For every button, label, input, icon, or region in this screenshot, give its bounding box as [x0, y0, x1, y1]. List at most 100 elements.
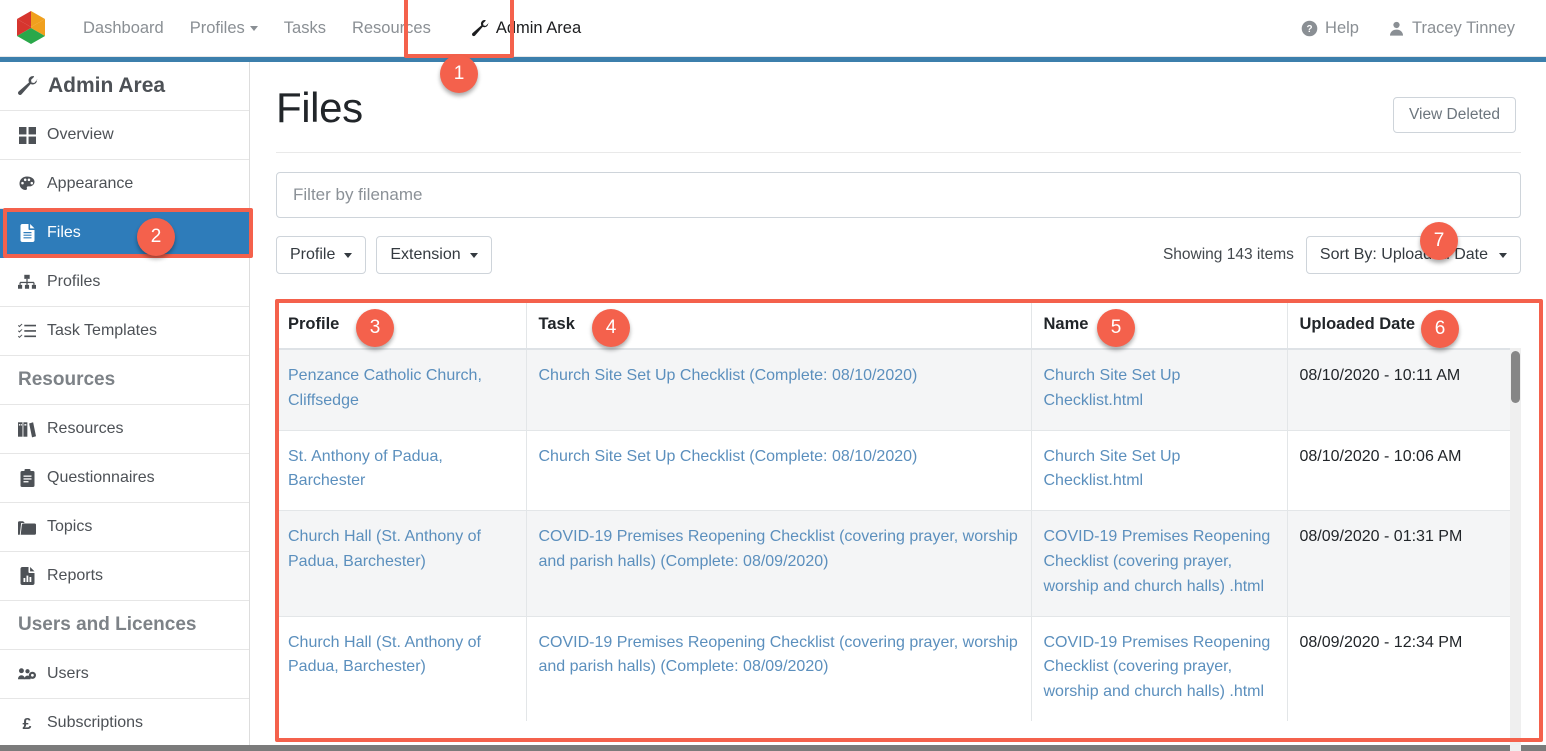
sidebar-item-users-label: Users	[47, 665, 89, 683]
primary-nav-links: Dashboard Profiles Tasks Resources	[70, 0, 444, 56]
cell-uploaded-date: 08/10/2020 - 10:11 AM	[1287, 349, 1521, 430]
cell-task: COVID-19 Premises Reopening Checklist (c…	[526, 616, 1031, 721]
cell-name: COVID-19 Premises Reopening Checklist (c…	[1031, 616, 1287, 721]
toolbar-right-group: Showing 143 items Sort By: Uploaded Date	[1163, 236, 1521, 274]
sidebar-item-topics[interactable]: Topics	[0, 503, 249, 552]
nav-link-profiles[interactable]: Profiles	[177, 0, 271, 57]
column-task[interactable]: Task	[526, 301, 1031, 349]
task-link[interactable]: COVID-19 Premises Reopening Checklist (c…	[539, 634, 1018, 676]
task-link[interactable]: Church Site Set Up Checklist (Complete: …	[539, 448, 918, 465]
files-table-body: Penzance Catholic Church, Cliffsedge Chu…	[276, 349, 1521, 721]
cell-name: Church Site Set Up Checklist.html	[1031, 430, 1287, 511]
report-chart-icon	[18, 567, 36, 585]
nav-link-tasks-label: Tasks	[284, 19, 326, 37]
extension-filter-dropdown[interactable]: Extension	[376, 236, 491, 274]
cell-profile: Penzance Catholic Church, Cliffsedge	[276, 349, 526, 430]
chevron-down-icon	[250, 26, 258, 31]
filters-toolbar: Profile Extension Showing 143 items Sort…	[276, 236, 1521, 274]
table-row: St. Anthony of Padua, Barchester Church …	[276, 430, 1521, 511]
table-vertical-scrollbar[interactable]	[1510, 348, 1521, 751]
chevron-down-icon	[470, 253, 478, 258]
cell-task: COVID-19 Premises Reopening Checklist (c…	[526, 511, 1031, 616]
file-name-link[interactable]: Church Site Set Up Checklist.html	[1044, 448, 1181, 490]
profile-filter-label: Profile	[290, 246, 335, 264]
svg-text:£: £	[23, 716, 32, 732]
main-content: Files View Deleted Profile Extension Sho…	[251, 62, 1546, 751]
wrench-icon	[18, 76, 38, 96]
profile-link[interactable]: St. Anthony of Padua, Barchester	[288, 448, 443, 490]
column-profile[interactable]: Profile	[276, 301, 526, 349]
sidebar-item-files[interactable]: Files	[0, 209, 249, 258]
view-deleted-button[interactable]: View Deleted	[1393, 97, 1516, 133]
nav-link-dashboard-label: Dashboard	[83, 19, 164, 37]
sidebar-item-questionnaires[interactable]: Questionnaires	[0, 454, 249, 503]
extension-filter-label: Extension	[390, 246, 460, 264]
chevron-down-icon	[344, 253, 352, 258]
files-table-container: Profile Task Name Uploaded Date Penzance…	[276, 301, 1521, 751]
admin-area-nav[interactable]: Admin Area	[458, 4, 595, 53]
profile-link[interactable]: Penzance Catholic Church, Cliffsedge	[288, 367, 482, 409]
nav-link-dashboard[interactable]: Dashboard	[70, 0, 177, 57]
sidebar-heading-resources: Resources	[0, 356, 249, 405]
sidebar-item-profiles[interactable]: Profiles	[0, 258, 249, 307]
admin-sidebar: Admin Area Overview Appearance Files Pro…	[0, 62, 250, 751]
sitemap-icon	[18, 273, 36, 291]
cube-logo-icon[interactable]	[14, 9, 48, 47]
topnav-right-group: ? Help Tracey Tinney	[1295, 15, 1546, 42]
profile-filter-dropdown[interactable]: Profile	[276, 236, 366, 274]
sidebar-item-resources[interactable]: Resources	[0, 405, 249, 454]
sidebar-item-questionnaires-label: Questionnaires	[47, 469, 155, 487]
page-horizontal-scrollbar[interactable]	[0, 745, 1546, 751]
top-navbar: Dashboard Profiles Tasks Resources Admin…	[0, 0, 1546, 57]
cell-name: Church Site Set Up Checklist.html	[1031, 349, 1287, 430]
files-table-head: Profile Task Name Uploaded Date	[276, 301, 1521, 349]
task-link[interactable]: Church Site Set Up Checklist (Complete: …	[539, 367, 918, 384]
file-name-link[interactable]: COVID-19 Premises Reopening Checklist (c…	[1044, 634, 1271, 701]
file-icon	[18, 224, 36, 242]
cell-profile: Church Hall (St. Anthony of Padua, Barch…	[276, 511, 526, 616]
sort-by-button[interactable]: Sort By: Uploaded Date	[1306, 236, 1521, 274]
sidebar-item-overview-label: Overview	[47, 126, 114, 144]
profile-link[interactable]: Church Hall (St. Anthony of Padua, Barch…	[288, 634, 481, 676]
table-scrollbar-thumb[interactable]	[1511, 351, 1520, 403]
help-menu[interactable]: ? Help	[1295, 15, 1372, 42]
page-header: Files View Deleted	[251, 62, 1546, 133]
cell-task: Church Site Set Up Checklist (Complete: …	[526, 349, 1031, 430]
sidebar-heading-resources-label: Resources	[18, 369, 115, 391]
palette-icon	[18, 175, 36, 193]
user-icon	[1388, 20, 1405, 37]
filter-by-filename-input[interactable]	[276, 172, 1521, 218]
nav-link-tasks[interactable]: Tasks	[271, 0, 339, 57]
sidebar-item-subscriptions[interactable]: £ Subscriptions	[0, 699, 249, 748]
sidebar-item-users[interactable]: Users	[0, 650, 249, 699]
cell-uploaded-date: 08/10/2020 - 10:06 AM	[1287, 430, 1521, 511]
cell-profile: Church Hall (St. Anthony of Padua, Barch…	[276, 616, 526, 721]
sidebar-item-reports[interactable]: Reports	[0, 552, 249, 601]
sidebar-item-profiles-label: Profiles	[47, 273, 100, 291]
user-menu[interactable]: Tracey Tinney	[1382, 15, 1528, 42]
cell-name: COVID-19 Premises Reopening Checklist (c…	[1031, 511, 1287, 616]
sidebar-item-task-templates[interactable]: Task Templates	[0, 307, 249, 356]
nav-link-resources[interactable]: Resources	[339, 0, 444, 57]
books-icon	[18, 420, 36, 438]
column-name[interactable]: Name	[1031, 301, 1287, 349]
pound-icon: £	[18, 714, 36, 732]
help-menu-label: Help	[1325, 19, 1359, 38]
sidebar-item-overview[interactable]: Overview	[0, 111, 249, 160]
clipboard-icon	[18, 469, 36, 487]
sidebar-heading-users-and-licences-label: Users and Licences	[18, 614, 196, 636]
cell-task: Church Site Set Up Checklist (Complete: …	[526, 430, 1031, 511]
sidebar-heading-users-and-licences: Users and Licences	[0, 601, 249, 650]
admin-area-nav-wrapper: Admin Area	[458, 4, 595, 53]
sidebar-title-label: Admin Area	[48, 74, 165, 98]
users-cog-icon	[18, 665, 36, 683]
sidebar-item-appearance[interactable]: Appearance	[0, 160, 249, 209]
file-name-link[interactable]: COVID-19 Premises Reopening Checklist (c…	[1044, 528, 1271, 595]
table-row: Church Hall (St. Anthony of Padua, Barch…	[276, 616, 1521, 721]
sidebar-item-reports-label: Reports	[47, 567, 103, 585]
task-link[interactable]: COVID-19 Premises Reopening Checklist (c…	[539, 528, 1018, 570]
table-header-row: Profile Task Name Uploaded Date	[276, 301, 1521, 349]
profile-link[interactable]: Church Hall (St. Anthony of Padua, Barch…	[288, 528, 481, 570]
file-name-link[interactable]: Church Site Set Up Checklist.html	[1044, 367, 1181, 409]
column-uploaded-date[interactable]: Uploaded Date	[1287, 301, 1521, 349]
